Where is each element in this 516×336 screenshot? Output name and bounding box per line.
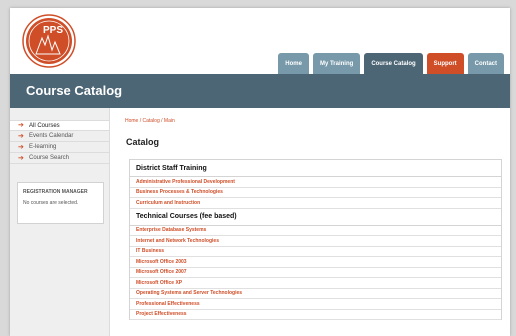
arrow-right-icon: ➔ <box>18 154 24 162</box>
course-link[interactable]: Internet and Network Technologies <box>130 236 501 247</box>
sidebar-item-label: Course Search <box>29 155 70 161</box>
breadcrumb[interactable]: Home / Catalog / Main <box>125 118 175 124</box>
page-container: PPS Home My Training Course Catalog Supp… <box>10 8 510 336</box>
course-link[interactable]: Microsoft Office XP <box>130 278 501 289</box>
tab-home[interactable]: Home <box>278 53 309 74</box>
course-link[interactable]: Operating Systems and Server Technologie… <box>130 289 501 299</box>
tab-my-training[interactable]: My Training <box>312 53 361 74</box>
sidebar-item-course-search[interactable]: ➔ Course Search <box>10 153 109 164</box>
registration-manager-panel: REGISTRATION MANAGER No courses are sele… <box>17 182 104 224</box>
course-link[interactable]: Business Processes & Technologies <box>130 188 501 198</box>
course-link[interactable]: Administrative Professional Development <box>130 177 501 188</box>
main-navigation: Home My Training Course Catalog Support … <box>278 53 504 74</box>
arrow-right-icon: ➔ <box>18 122 24 129</box>
course-link[interactable]: Microsoft Office 2007 <box>130 268 501 278</box>
banner-title: Course Catalog <box>26 83 123 98</box>
sidebar-item-e-learning[interactable]: ➔ E-learning <box>10 142 109 153</box>
group-heading-technical-courses: Technical Courses (fee based) <box>130 209 501 226</box>
catalog-table: District Staff Training Administrative P… <box>129 159 502 320</box>
sidebar-item-label: All Courses <box>29 122 60 129</box>
sidebar-item-label: E-learning <box>29 144 57 150</box>
sidebar: ➔ All Courses ➔ Events Calendar ➔ E-lear… <box>10 108 110 336</box>
site-header: PPS Home My Training Course Catalog Supp… <box>10 8 510 74</box>
course-link[interactable]: Enterprise Database Systems <box>130 226 501 236</box>
course-link[interactable]: Curriculum and Instruction <box>130 198 501 209</box>
tab-support[interactable]: Support <box>426 53 464 74</box>
logo-emblem-icon: PPS <box>22 14 76 68</box>
main-content: Home / Catalog / Main Catalog District S… <box>122 108 502 336</box>
sidebar-item-label: Events Calendar <box>29 133 74 139</box>
group-heading-district-staff-training: District Staff Training <box>130 160 501 177</box>
sidebar-item-events-calendar[interactable]: ➔ Events Calendar <box>10 131 109 142</box>
course-link[interactable]: IT Business <box>130 247 501 257</box>
logo-text: PPS <box>43 25 63 36</box>
course-link[interactable]: Professional Effectiveness <box>130 299 501 310</box>
tab-contact[interactable]: Contact <box>467 53 504 74</box>
sidebar-nav: ➔ All Courses ➔ Events Calendar ➔ E-lear… <box>10 120 109 164</box>
course-link[interactable]: Project Effectiveness <box>130 310 501 320</box>
page-title: Catalog <box>126 137 160 147</box>
arrow-right-icon: ➔ <box>18 143 24 151</box>
pps-logo[interactable]: PPS <box>22 14 76 68</box>
tab-course-catalog[interactable]: Course Catalog <box>364 53 423 74</box>
page-banner: Course Catalog <box>10 74 510 108</box>
registration-manager-title: REGISTRATION MANAGER <box>23 189 88 195</box>
registration-status-text: No courses are selected. <box>23 200 79 206</box>
sidebar-item-all-courses[interactable]: ➔ All Courses <box>10 120 109 131</box>
arrow-right-icon: ➔ <box>18 132 24 140</box>
course-link[interactable]: Microsoft Office 2003 <box>130 257 501 268</box>
